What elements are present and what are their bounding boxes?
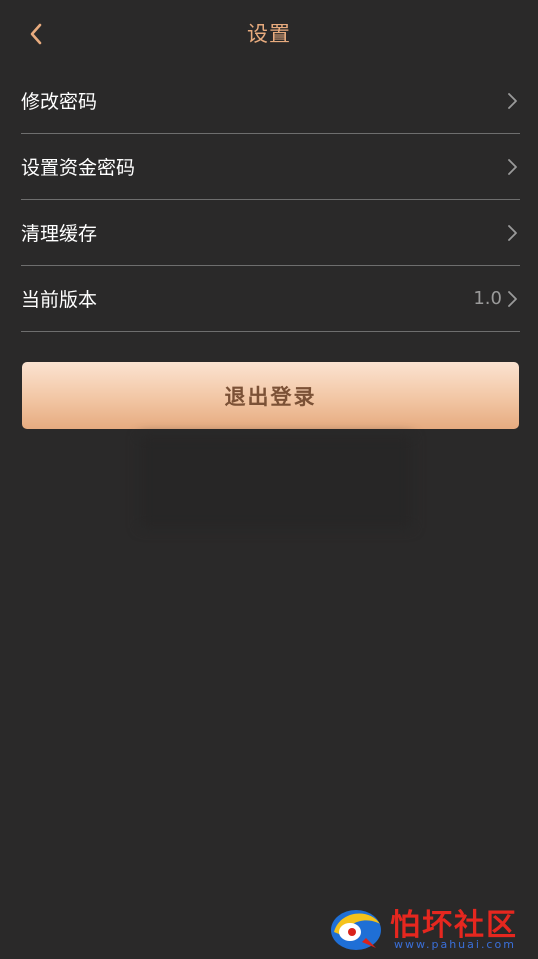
menu-item-label: 设置资金密码 — [21, 157, 136, 179]
watermark-logo-icon — [331, 910, 381, 950]
page-title: 设置 — [247, 22, 291, 46]
logout-button[interactable]: 退出登录 — [22, 362, 519, 429]
header: 设置 — [0, 0, 538, 68]
chevron-right-icon — [508, 92, 517, 109]
menu-item-version[interactable]: 当前版本 1.0 — [21, 266, 520, 332]
watermark: 怕坏社区 www.pahuai.com — [326, 898, 531, 954]
menu-item-fund-password[interactable]: 设置资金密码 — [21, 134, 520, 200]
watermark-url: www.pahuai.com — [394, 938, 516, 951]
background-shadow — [140, 436, 412, 528]
logout-label: 退出登录 — [224, 384, 317, 409]
version-value: 1.0 — [473, 288, 502, 309]
chevron-right-icon — [508, 290, 517, 307]
menu-item-label: 当前版本 — [21, 289, 98, 311]
chevron-right-icon — [508, 158, 517, 175]
chevron-right-icon — [508, 224, 517, 241]
menu-item-change-password[interactable]: 修改密码 — [21, 68, 520, 134]
menu-item-clear-cache[interactable]: 清理缓存 — [21, 200, 520, 266]
menu-item-label: 修改密码 — [21, 91, 98, 113]
menu-item-label: 清理缓存 — [21, 223, 98, 245]
settings-list: 修改密码 设置资金密码 清理缓存 当前版本 1.0 — [21, 68, 520, 332]
